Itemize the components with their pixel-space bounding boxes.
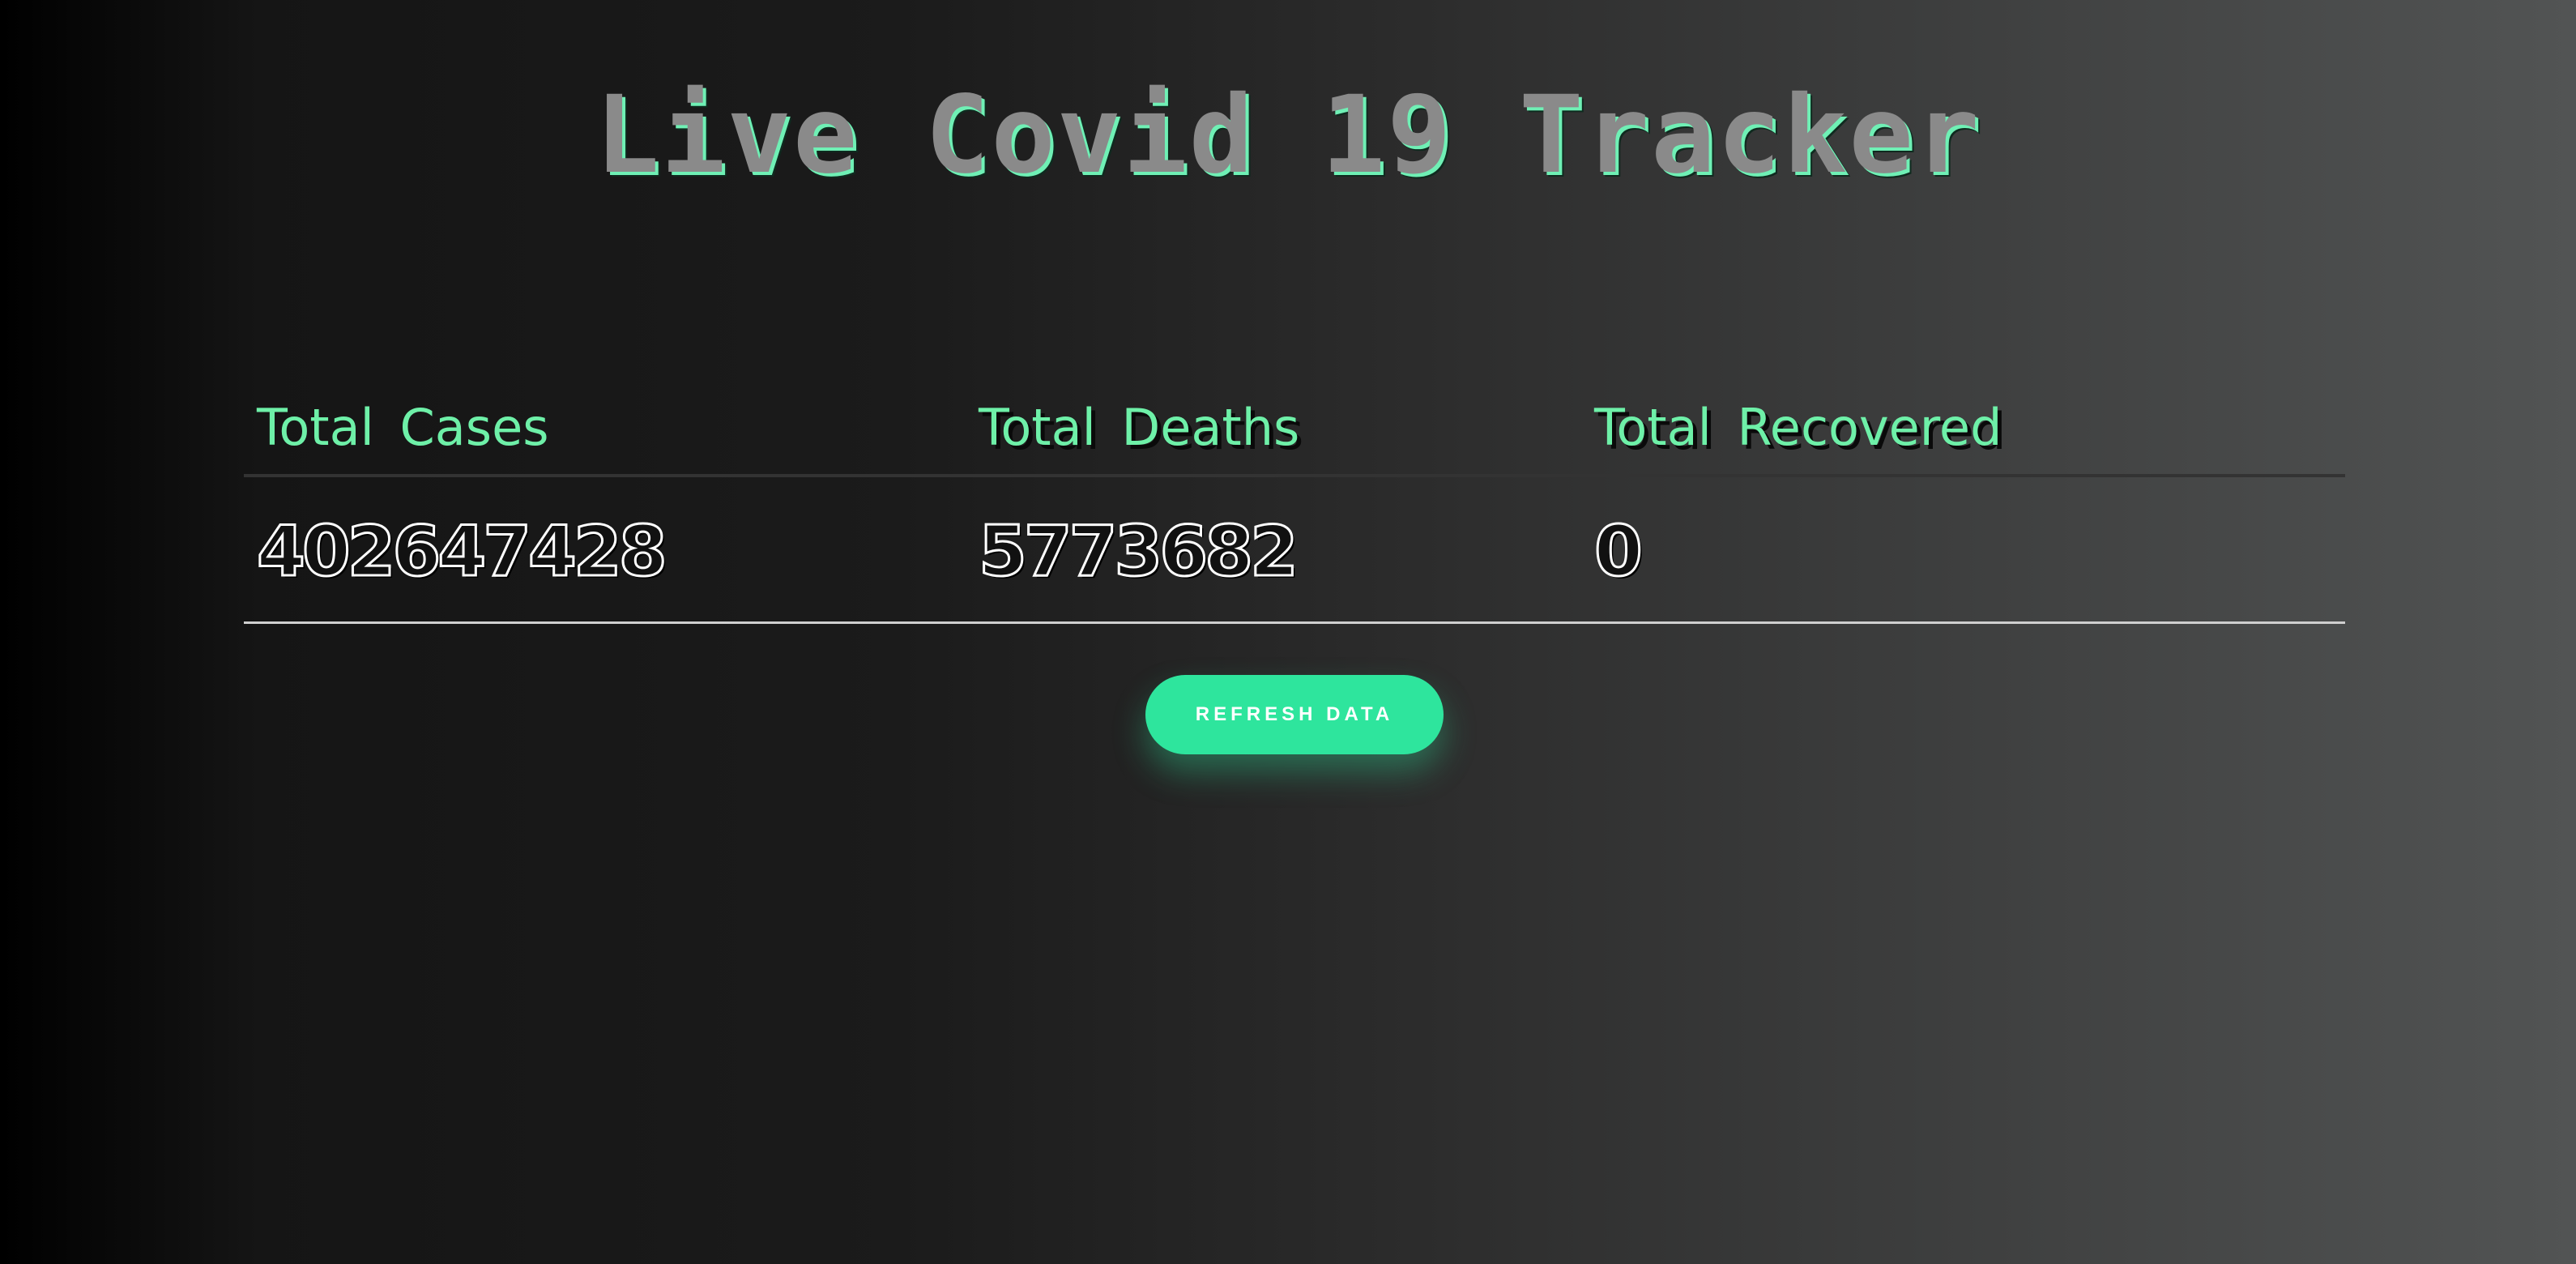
page-title: Live Covid 19 Tracker — [595, 73, 1981, 198]
total-deaths-value: 5773682 — [978, 510, 1300, 594]
column-header-total-cases: Total Cases — [257, 398, 549, 457]
refresh-data-button[interactable]: REFRESH DATA — [1145, 675, 1444, 754]
table-header-row: Total Cases Total Deaths Total Recovered — [244, 381, 2345, 477]
total-recovered-value: 0 — [1593, 510, 1644, 594]
table-row: 402647428 5773682 0 — [244, 477, 2345, 624]
column-header-total-deaths: Total Deaths — [979, 398, 1300, 457]
total-cases-value: 402647428 — [256, 510, 669, 594]
column-header-total-recovered: Total Recovered — [1594, 398, 2002, 457]
stats-table: Total Cases Total Deaths Total Recovered… — [244, 381, 2345, 624]
